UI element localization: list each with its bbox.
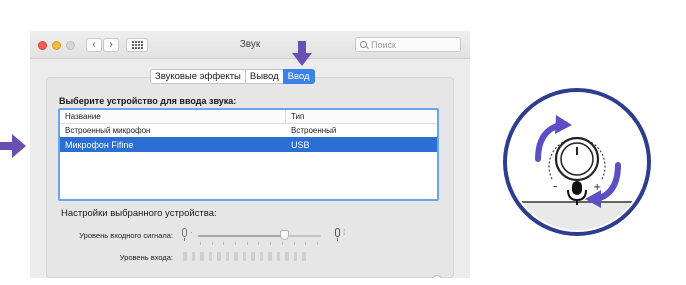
input-volume-slider-track[interactable] [198, 235, 321, 237]
level-segment [200, 252, 204, 261]
device-type: Встроенный [291, 126, 337, 135]
input-level-meter [183, 252, 306, 261]
gain-knob-icon [554, 136, 600, 182]
level-segment [276, 252, 280, 261]
level-segment [242, 252, 246, 261]
tab-input[interactable]: Ввод [282, 69, 315, 84]
tab-bar: Звуковые эффекты Вывод Ввод [150, 69, 315, 84]
column-header-type[interactable]: Тип [286, 112, 304, 121]
input-device-table[interactable]: Название Тип Встроенный микрофон Встроен… [58, 108, 439, 201]
tab-sound-effects[interactable]: Звуковые эффекты [150, 69, 245, 84]
tab-output[interactable]: Вывод [244, 69, 283, 84]
instruction-arrow-right-icon [0, 134, 26, 158]
level-segment [259, 252, 263, 261]
title-bar: ‹ › Звук Поиск [30, 31, 470, 59]
slider-tick [223, 242, 225, 245]
slider-tick [293, 242, 295, 245]
device-type: USB [291, 139, 310, 150]
level-segment [191, 252, 195, 261]
level-segment [225, 252, 229, 261]
slider-tick [200, 242, 201, 245]
sound-preferences-window: ‹ › Звук Поиск Звуковые эффекты Вывод Вв… [30, 31, 470, 278]
minus-label: - [553, 179, 557, 193]
slider-tick [211, 242, 213, 245]
level-segment [217, 252, 221, 261]
level-segment [208, 252, 212, 261]
input-volume-slider-fill [198, 235, 285, 237]
sound-wave-high-icon: ⁞ [343, 228, 346, 237]
slider-tick [305, 242, 307, 245]
level-segment [302, 252, 306, 261]
device-name: Микрофон Fifine [65, 139, 134, 150]
slider-tick [316, 242, 318, 245]
search-field[interactable]: Поиск [355, 37, 461, 52]
slider-tick [270, 242, 272, 245]
level-segment [183, 252, 187, 261]
device-settings-heading: Настройки выбранного устройства: [61, 208, 217, 219]
slider-tick [246, 242, 248, 245]
column-header-name[interactable]: Название [60, 110, 286, 123]
level-segment [251, 252, 255, 261]
table-header: Название Тип [60, 110, 437, 124]
level-segment [234, 252, 238, 261]
search-placeholder: Поиск [371, 39, 396, 50]
table-row[interactable]: Встроенный микрофон Встроенный [60, 124, 437, 137]
input-device-heading: Выберите устройство для ввода звука: [59, 96, 237, 106]
slider-tick [258, 242, 260, 245]
instruction-arrow-down-icon [292, 41, 312, 66]
input-volume-ticks [200, 242, 318, 245]
device-name: Встроенный микрофон [65, 126, 151, 135]
table-row-selected[interactable]: Микрофон Fifine USB [60, 137, 437, 152]
level-segment [285, 252, 289, 261]
level-segment [293, 252, 297, 261]
input-level-label: Уровень входа: [119, 253, 173, 262]
gain-knob-illustration: - + [503, 88, 651, 236]
slider-tick [235, 242, 237, 245]
microphone-low-icon [182, 228, 187, 241]
input-volume-label: Уровень входного сигнала: [79, 231, 173, 240]
microphone-high-icon [335, 228, 340, 241]
level-segment [268, 252, 272, 261]
sound-wave-low-icon: · [190, 228, 193, 237]
input-volume-slider-knob[interactable] [279, 230, 289, 240]
search-icon [360, 41, 367, 48]
slider-tick [281, 242, 283, 245]
